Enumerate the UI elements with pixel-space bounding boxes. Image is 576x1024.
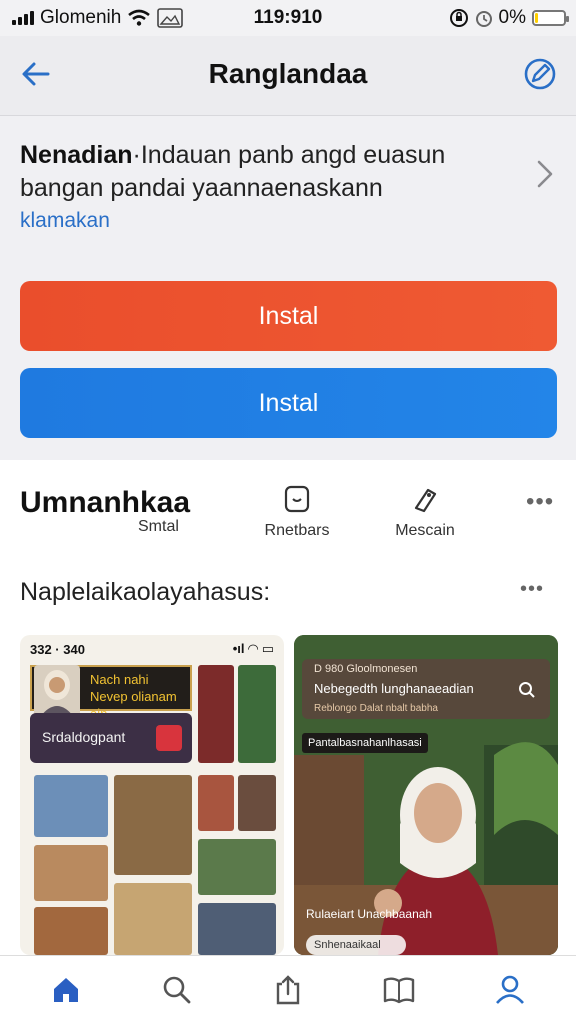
- card-button: [156, 725, 182, 751]
- search-icon: [519, 682, 535, 698]
- thumbnail: [34, 845, 108, 901]
- thumbnail: [238, 775, 276, 831]
- thumbnail: [198, 903, 276, 955]
- tab-bar: [0, 955, 576, 1024]
- battery-percentage: 0%: [498, 7, 526, 28]
- bookmark-icon: [284, 485, 310, 513]
- app-name: Nenadian: [20, 141, 133, 169]
- navigation-bar: Ranglandaa: [0, 36, 576, 116]
- battery-level: [535, 13, 538, 23]
- battery-icon: [532, 10, 569, 26]
- thumbnail: [198, 839, 276, 895]
- thumbnail: [238, 665, 276, 763]
- app-developer-link[interactable]: klamakan: [20, 209, 110, 233]
- screenshot-time: 332 · 340: [30, 641, 85, 657]
- action-share[interactable]: Mescain: [370, 484, 480, 540]
- card-label: Srdaldogpant: [42, 729, 126, 745]
- thumbnail: [114, 883, 192, 955]
- app-info-row[interactable]: Nenadian·Indauan panb angd euasun bangan…: [0, 117, 576, 267]
- tab-search[interactable]: [147, 965, 207, 1015]
- chevron-right-icon[interactable]: [534, 157, 556, 191]
- header-title: Nebegedth lunghanaeadian: [314, 681, 474, 696]
- thumbnail: [34, 775, 108, 837]
- thumbnail: [114, 775, 192, 875]
- screenshot-status-bar: 332 · 340 •ıl ◠ ▭: [20, 635, 284, 663]
- app-screenshot-2[interactable]: •ıl ◠ ▭ D 980 Gloolmonesen Nebegedth lun…: [294, 635, 558, 955]
- screenshot-status-icons: •ıl ◠ ▭: [232, 641, 274, 656]
- more-dots-icon-2[interactable]: •••: [520, 578, 544, 601]
- home-icon: [53, 978, 78, 1002]
- page-title: Ranglandaa: [208, 58, 368, 89]
- app-description: Nenadian·Indauan panb angd euasun bangan…: [20, 139, 520, 205]
- person-photo: [374, 767, 498, 955]
- edit-icon[interactable]: [522, 56, 558, 92]
- thumbnail: [198, 665, 234, 763]
- avatar: [34, 665, 80, 717]
- lock-rotation-icon: [449, 9, 468, 27]
- screenshot-pill: Snhenaaikaal: [306, 935, 406, 955]
- screenshot-header: D 980 Gloolmonesen Nebegedth lunghanaead…: [302, 659, 550, 719]
- screenshot-caption: Rulaeiart Unachbaanah: [306, 907, 433, 921]
- status-bar: Glomenih 119:910 0%: [0, 0, 576, 36]
- share-tag-icon: [414, 488, 437, 513]
- book-icon: [383, 977, 415, 1004]
- share-icon: [276, 975, 300, 1005]
- screenshot-tag: Pantalbasnahanlhasasi: [302, 733, 428, 753]
- alarm-icon: [475, 11, 492, 27]
- app-description-line1: ·Indauan panb angd euasun: [132, 141, 446, 169]
- section-subtitle: Smtal: [138, 518, 179, 535]
- profile-icon: [496, 975, 525, 1004]
- header-top: D 980 Gloolmonesen: [314, 663, 418, 675]
- main-content: Umnanhkaa Smtal Rnetbars Mescain ••• Nap…: [0, 460, 576, 955]
- more-dots-icon[interactable]: •••: [526, 488, 554, 516]
- screenshot-card: Srdaldogpant: [30, 713, 192, 763]
- tab-share[interactable]: [258, 965, 318, 1015]
- search-icon: [163, 976, 191, 1004]
- install-button-primary[interactable]: Instal: [20, 281, 557, 351]
- screenshots-title: Naplelaikaolayahasus:: [20, 578, 271, 606]
- tab-home[interactable]: [36, 965, 96, 1015]
- tab-book[interactable]: [369, 965, 429, 1015]
- install-button-secondary[interactable]: Instal: [20, 368, 557, 438]
- action-save[interactable]: Rnetbars: [242, 484, 352, 540]
- action-share-label: Mescain: [395, 522, 455, 539]
- app-description-line2: bangan pandai yaannaenaskann: [20, 174, 383, 202]
- status-right: 0%: [449, 7, 569, 29]
- action-save-label: Rnetbars: [264, 522, 330, 539]
- tab-profile[interactable]: [480, 965, 540, 1015]
- thumbnail: [34, 907, 108, 955]
- section-title: Umnanhkaa: [20, 486, 191, 519]
- person-icon: [40, 670, 74, 717]
- app-screenshot-1[interactable]: 332 · 340 •ıl ◠ ▭ Nach nahi Nevep oliana…: [20, 635, 284, 955]
- thumbnail: [198, 775, 234, 831]
- header-subtitle: Reblongo Dalat nbalt babha: [314, 703, 438, 714]
- banner-line1: Nach nahi: [90, 672, 149, 687]
